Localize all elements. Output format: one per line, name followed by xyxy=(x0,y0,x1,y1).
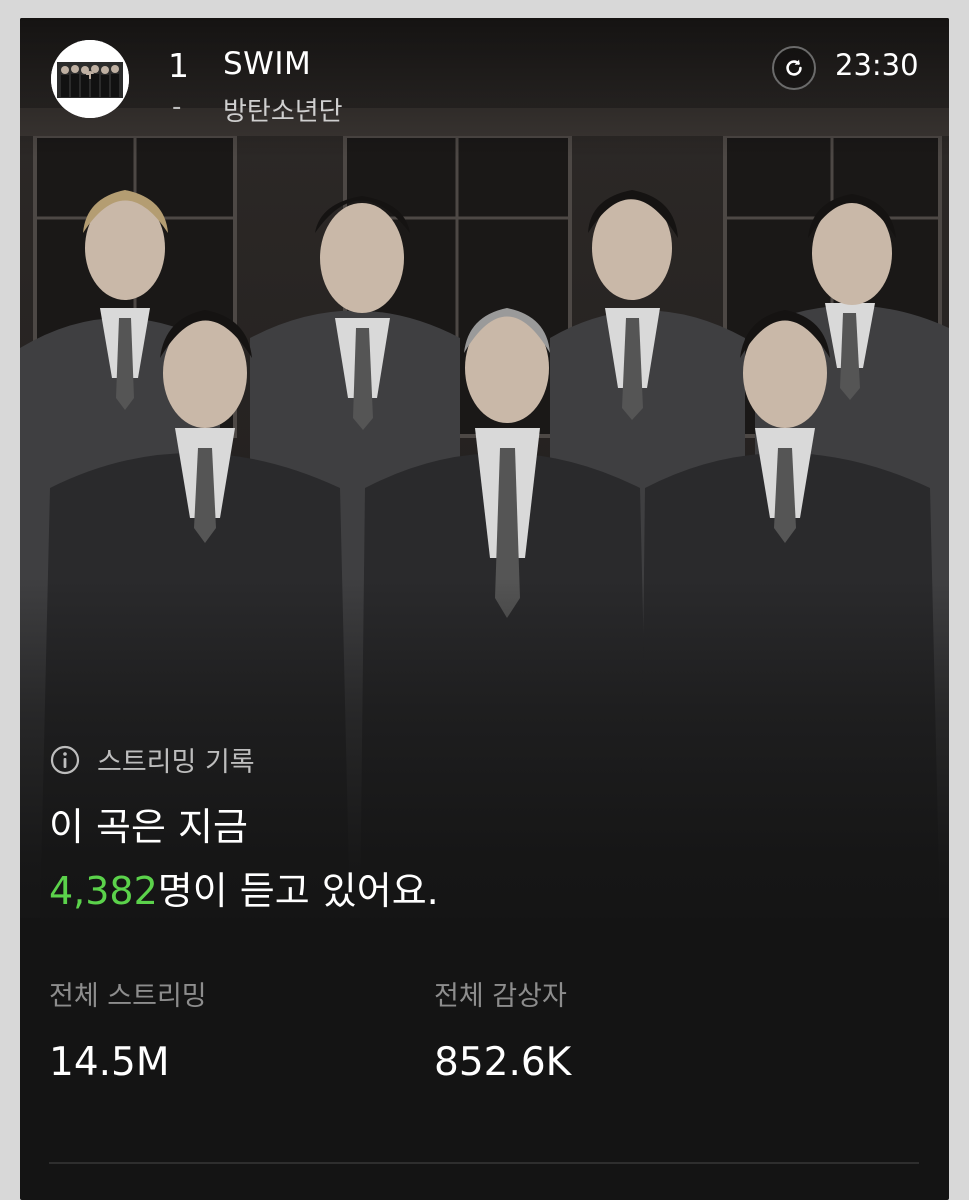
artist-name[interactable]: 방탄소년단 xyxy=(223,91,343,128)
streaming-card: 1 - SWIM 방탄소년단 23:30 스트리밍 기록 이 곡은 지금 4,3… xyxy=(20,18,949,1200)
divider xyxy=(49,1162,919,1164)
listening-now-line2: 4,382명이 듣고 있어요. xyxy=(49,860,439,915)
info-icon xyxy=(50,745,80,774)
update-time: 23:30 xyxy=(835,48,919,82)
total-streams-label: 전체 스트리밍 xyxy=(49,981,207,1012)
section-label: 스트리밍 기록 xyxy=(97,747,255,778)
header-shade xyxy=(20,18,949,158)
chart-rank: 1 xyxy=(168,46,189,85)
song-title[interactable]: SWIM xyxy=(223,46,311,82)
listening-now-line1: 이 곡은 지금 xyxy=(49,805,248,849)
refresh-button[interactable] xyxy=(772,46,816,90)
rank-change: - xyxy=(172,92,182,122)
current-listener-count: 4,382 xyxy=(49,869,158,913)
streaming-record-link[interactable]: 스트리밍 기록 xyxy=(49,740,255,779)
refresh-icon xyxy=(786,59,802,76)
album-art-thumbnail xyxy=(51,40,129,118)
total-streams-value: 14.5M xyxy=(49,1040,170,1085)
total-listeners-value: 852.6K xyxy=(434,1040,572,1085)
total-listeners-label: 전체 감상자 xyxy=(434,981,567,1012)
listening-now-suffix: 명이 듣고 있어요. xyxy=(157,869,439,913)
